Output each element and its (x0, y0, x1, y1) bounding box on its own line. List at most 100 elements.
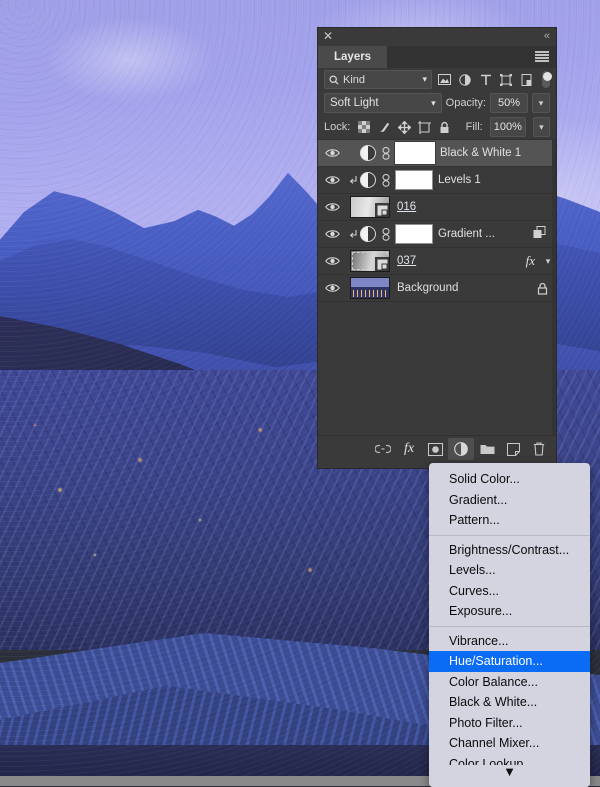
panel-titlebar: ✕ « (318, 28, 556, 46)
layer-thumbnail[interactable] (350, 277, 390, 299)
layer-style-fx-icon[interactable]: fx (396, 438, 422, 460)
lock-transparency-icon[interactable] (357, 120, 370, 134)
layer-row[interactable]: 016 (318, 194, 556, 221)
locked-layer-icon (532, 282, 552, 295)
clipped-badge-icon (533, 226, 546, 242)
clipping-mask-arrow-icon (346, 175, 360, 185)
delete-layer-icon[interactable] (526, 438, 552, 460)
menu-scroll-down-arrow-icon[interactable]: ▼ (429, 765, 590, 787)
opacity-label: Opacity: (445, 97, 486, 109)
layer-name[interactable]: Levels 1 (438, 174, 556, 186)
layer-list: Black & White 1 Levels 1 016 Gradient ..… (318, 139, 556, 435)
menu-item-black-and-white[interactable]: Black & White... (429, 692, 590, 713)
layer-thumbnail[interactable] (350, 196, 390, 218)
layer-list-scrollbar[interactable] (552, 140, 556, 435)
menu-separator (429, 625, 590, 627)
menu-item-curves[interactable]: Curves... (429, 581, 590, 602)
layer-mask-thumbnail[interactable] (395, 224, 433, 244)
fill-stepper-chevron-icon[interactable]: ▾ (532, 117, 550, 137)
blend-mode-select[interactable]: Soft Light ▾ (324, 93, 442, 113)
link-layers-icon[interactable] (370, 438, 396, 460)
layer-row[interactable]: Background (318, 275, 556, 302)
search-icon (329, 74, 339, 85)
fill-input[interactable]: 100% (489, 117, 526, 137)
menu-item-gradient[interactable]: Gradient... (429, 490, 590, 511)
chevron-down-icon: ▾ (431, 97, 436, 108)
clipping-mask-arrow-icon (346, 229, 360, 239)
collapse-double-arrow-icon[interactable]: « (544, 30, 550, 42)
add-layer-mask-icon[interactable] (422, 438, 448, 460)
menu-item-photo-filter[interactable]: Photo Filter... (429, 713, 590, 734)
opacity-input[interactable]: 50% (490, 93, 528, 113)
filter-kind-label: Kind (343, 73, 366, 86)
layer-name[interactable]: 016 (397, 201, 556, 213)
eye-icon[interactable] (318, 167, 346, 193)
adjustment-filter-icon[interactable] (458, 71, 474, 88)
panel-menu-icon[interactable] (535, 51, 549, 62)
link-mask-icon[interactable] (380, 227, 392, 241)
opacity-stepper-chevron-icon[interactable]: ▾ (532, 93, 550, 113)
eye-icon[interactable] (318, 248, 346, 274)
lock-artboard-icon[interactable] (418, 120, 432, 134)
menu-item-pattern[interactable]: Pattern... (429, 510, 590, 531)
new-adjustment-layer-icon[interactable] (448, 438, 474, 460)
adjustment-thumbnail[interactable] (360, 145, 376, 161)
new-group-icon[interactable] (474, 438, 500, 460)
fx-label: fx (403, 441, 415, 456)
layer-name[interactable]: Gradient ... (438, 228, 530, 240)
fill-label: Fill: (465, 121, 483, 133)
layer-name[interactable]: 037 (397, 255, 526, 267)
menu-item-vibrance[interactable]: Vibrance... (429, 631, 590, 652)
type-filter-icon[interactable] (478, 71, 494, 88)
layer-row[interactable]: Levels 1 (318, 167, 556, 194)
menu-scroll-arrow-glyph: ▼ (503, 764, 516, 779)
eye-icon[interactable] (318, 194, 346, 220)
layer-thumbnail[interactable] (350, 250, 390, 272)
new-layer-icon[interactable] (500, 438, 526, 460)
layer-mask-thumbnail[interactable] (395, 142, 435, 164)
menu-item-exposure[interactable]: Exposure... (429, 601, 590, 622)
panel-tabbar: Layers (318, 46, 556, 68)
smartobject-filter-icon[interactable] (519, 71, 535, 88)
lock-all-icon[interactable] (438, 120, 451, 134)
menu-item-channel-mixer[interactable]: Channel Mixer... (429, 733, 590, 754)
blend-mode-value: Soft Light (330, 97, 379, 109)
adjustment-thumbnail[interactable] (360, 172, 376, 188)
layers-panel-toolbar: fx (318, 435, 556, 462)
chevron-down-icon: ▾ (422, 74, 427, 84)
layer-mask-thumbnail[interactable] (395, 170, 433, 190)
layer-row[interactable]: 037 fx ▾ (318, 248, 556, 275)
menu-separator (429, 534, 590, 536)
menu-item-hue-saturation[interactable]: Hue/Saturation... (429, 651, 590, 672)
layers-panel: ✕ « Layers Kind ▾ Soft Light ▾ Opacity: … (318, 28, 556, 468)
layer-filter-row: Kind ▾ (318, 68, 556, 91)
menu-item-brightness-contrast[interactable]: Brightness/Contrast... (429, 540, 590, 561)
layer-name[interactable]: Background (397, 282, 532, 294)
menu-item-solid-color[interactable]: Solid Color... (429, 469, 590, 490)
filter-kind-select[interactable]: Kind ▾ (324, 70, 432, 89)
lock-label: Lock: (324, 121, 351, 133)
adjustment-thumbnail[interactable] (360, 226, 376, 242)
pixel-filter-icon[interactable] (437, 71, 453, 88)
tab-layers-label: Layers (334, 51, 372, 63)
layer-row[interactable]: Gradient ... (318, 221, 556, 248)
shape-filter-icon[interactable] (499, 71, 515, 88)
eye-icon[interactable] (318, 275, 346, 301)
layer-row[interactable]: Black & White 1 (318, 140, 556, 167)
smart-object-badge-icon (375, 257, 389, 271)
blend-opacity-row: Soft Light ▾ Opacity: 50% ▾ (318, 91, 556, 115)
menu-item-color-balance[interactable]: Color Balance... (429, 672, 590, 693)
link-mask-icon[interactable] (380, 146, 392, 160)
menu-item-levels[interactable]: Levels... (429, 560, 590, 581)
tab-layers[interactable]: Layers (318, 46, 388, 68)
filter-enable-toggle[interactable] (541, 71, 551, 88)
close-icon[interactable]: ✕ (322, 30, 334, 42)
link-mask-icon[interactable] (380, 173, 392, 187)
layer-fx-indicator[interactable]: fx (526, 253, 535, 269)
eye-icon[interactable] (318, 221, 346, 247)
lock-image-icon[interactable] (378, 120, 391, 134)
eye-icon[interactable] (318, 140, 346, 166)
lock-fill-row: Lock: Fill: 100% ▾ (318, 115, 556, 139)
layer-name[interactable]: Black & White 1 (440, 147, 556, 159)
lock-position-icon[interactable] (397, 120, 411, 134)
